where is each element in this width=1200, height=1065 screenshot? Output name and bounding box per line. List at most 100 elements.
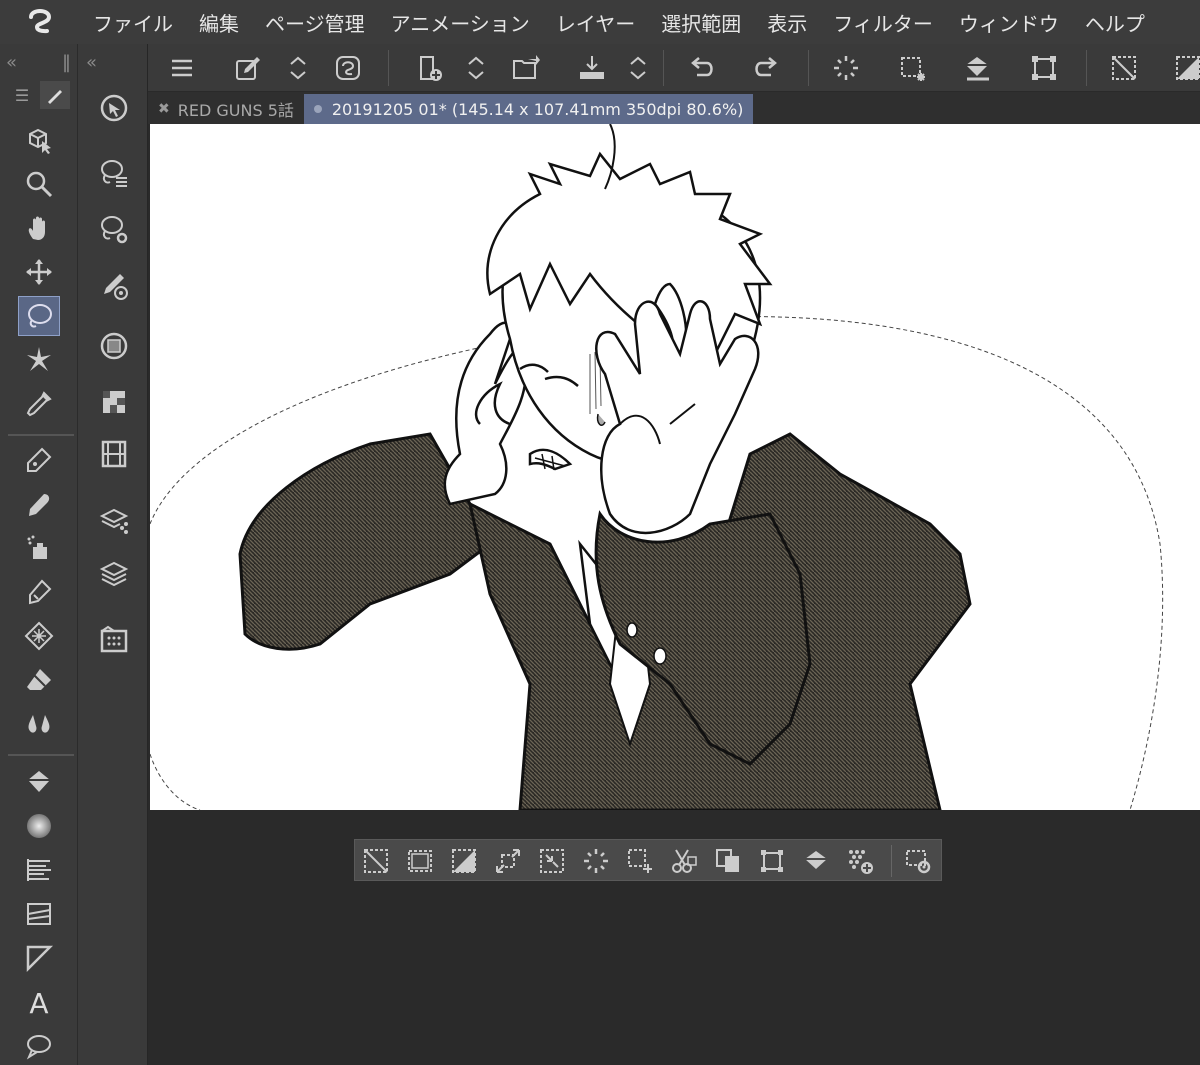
operation-tool-icon[interactable]	[18, 120, 60, 160]
transform-icon[interactable]	[1024, 50, 1064, 86]
lasso-selection-tool-icon[interactable]	[18, 296, 60, 336]
tool-palette: « ‖ ☰ A	[0, 44, 78, 1065]
manga-illustration	[150, 124, 1164, 810]
frame-border-tool-icon[interactable]	[18, 894, 60, 934]
menu-filter[interactable]: フィルター	[820, 8, 946, 37]
cut-icon[interactable]	[667, 845, 701, 877]
invert-selection-icon[interactable]	[447, 845, 481, 877]
fill-selection-icon[interactable]	[799, 845, 833, 877]
menu-page-management[interactable]: ページ管理	[252, 8, 378, 37]
tab-label: RED GUNS 5話	[177, 101, 294, 120]
brush-size-icon[interactable]	[94, 266, 134, 306]
sub-tool-palette: «	[78, 44, 148, 1065]
invert-selection-icon[interactable]	[1168, 50, 1200, 86]
clip-studio-window: ファイル 編集 ページ管理 アニメーション レイヤー 選択範囲 表示 フィルター…	[0, 0, 1200, 1065]
menu-view[interactable]: 表示	[754, 8, 820, 37]
close-tab-icon[interactable]: ✖	[158, 101, 170, 117]
tool-property-icon[interactable]	[94, 210, 134, 250]
panel-grip-icon[interactable]: ‖	[62, 52, 71, 73]
menu-file[interactable]: ファイル	[80, 8, 186, 37]
blend-tool-icon[interactable]	[18, 704, 60, 744]
sub-palette-header: «	[78, 44, 147, 80]
select-all-icon[interactable]	[403, 845, 437, 877]
tool-separator	[8, 434, 74, 436]
pen-tab-icon[interactable]	[40, 81, 70, 109]
tab-status-dot-icon	[313, 105, 322, 113]
canvas-workspace[interactable]	[148, 124, 1200, 1065]
layer-icon[interactable]	[94, 554, 134, 594]
menu-selection[interactable]: 選択範囲	[648, 8, 754, 37]
open-file-icon[interactable]	[506, 50, 546, 86]
tab-red-guns[interactable]: ✖ RED GUNS 5話	[148, 94, 304, 124]
zoom-tool-icon[interactable]	[18, 164, 60, 204]
undo-icon[interactable]	[682, 50, 722, 86]
command-bar	[148, 44, 1200, 92]
timeline-icon[interactable]	[94, 434, 134, 474]
command-separator	[808, 50, 809, 86]
menu-bar: ファイル 編集 ページ管理 アニメーション レイヤー 選択範囲 表示 フィルター…	[0, 0, 1200, 44]
menu-animation[interactable]: アニメーション	[378, 8, 543, 37]
command-separator	[663, 50, 664, 86]
transform-icon[interactable]	[755, 845, 789, 877]
spinner-updown-icon[interactable]	[618, 50, 658, 86]
palette-menu-icon[interactable]: ☰	[4, 82, 40, 108]
airbrush-tool-icon[interactable]	[18, 528, 60, 568]
pattern-tool-icon[interactable]	[18, 616, 60, 656]
menu-layer[interactable]: レイヤー	[543, 8, 648, 37]
collapse-left-icon[interactable]: «	[86, 52, 97, 73]
clear-selection-icon[interactable]	[826, 50, 866, 86]
layer-property-icon[interactable]	[94, 500, 134, 540]
deselect-icon[interactable]	[359, 845, 393, 877]
launcher-settings-icon[interactable]	[901, 845, 935, 877]
svg-text:A: A	[29, 987, 48, 1017]
deselect-icon[interactable]	[1104, 50, 1144, 86]
auto-select-tool-icon[interactable]	[18, 340, 60, 380]
drawing-canvas[interactable]	[150, 124, 1200, 810]
eraser-tool-icon[interactable]	[18, 660, 60, 700]
speed-lines-tool-icon[interactable]	[18, 850, 60, 890]
material-icon[interactable]	[94, 620, 134, 660]
move-tool-icon[interactable]	[18, 252, 60, 292]
spinner-updown-icon[interactable]	[456, 50, 496, 86]
navigator-icon[interactable]	[94, 88, 134, 128]
fill-command-icon[interactable]	[958, 50, 998, 86]
sub-tool-lasso-icon[interactable]	[94, 154, 134, 194]
eyedropper-tool-icon[interactable]	[18, 384, 60, 424]
collapse-left-icon[interactable]: «	[6, 52, 17, 73]
fill-tool-icon[interactable]	[18, 762, 60, 802]
shrink-selection-icon[interactable]	[535, 845, 569, 877]
redo-icon[interactable]	[746, 50, 786, 86]
new-file-icon[interactable]	[410, 50, 450, 86]
tab-current-document[interactable]: 20191205 01* (145.14 x 107.41mm 350dpi 8…	[303, 94, 754, 124]
pencil-tool-icon[interactable]	[18, 484, 60, 524]
decoration-tool-icon[interactable]	[18, 572, 60, 612]
hamburger-menu-icon[interactable]	[162, 50, 202, 86]
pen-tool-icon[interactable]	[18, 440, 60, 480]
text-tool-icon[interactable]: A	[18, 982, 60, 1022]
save-file-icon[interactable]	[572, 50, 612, 86]
document-tab-bar: ✖ RED GUNS 5話 20191205 01* (145.14 x 107…	[148, 92, 1200, 124]
menu-help[interactable]: ヘルプ	[1072, 8, 1158, 37]
menu-window[interactable]: ウィンドウ	[946, 8, 1072, 37]
launcher-separator	[891, 845, 892, 877]
expand-selection-icon[interactable]	[491, 845, 525, 877]
new-tone-icon[interactable]	[843, 845, 877, 877]
copy-paste-icon[interactable]	[711, 845, 745, 877]
color-set-icon[interactable]	[94, 382, 134, 422]
menu-edit[interactable]: 編集	[186, 8, 252, 37]
selection-launcher	[354, 839, 942, 881]
tool-palette-tabs: ☰	[0, 80, 77, 110]
clear-selection-icon[interactable]	[579, 845, 613, 877]
app-logo-icon[interactable]	[0, 0, 80, 44]
crop-selection-icon[interactable]	[623, 845, 657, 877]
spinner-updown-icon[interactable]	[278, 50, 318, 86]
hand-tool-icon[interactable]	[18, 208, 60, 248]
tool-palette-header: « ‖	[0, 44, 77, 80]
ruler-tool-icon[interactable]	[18, 938, 60, 978]
gradient-tool-icon[interactable]	[18, 806, 60, 846]
clip-studio-icon[interactable]	[328, 50, 368, 86]
crop-selection-icon[interactable]	[892, 50, 932, 86]
balloon-tool-icon[interactable]	[18, 1026, 60, 1065]
color-wheel-icon[interactable]	[94, 326, 134, 366]
edit-file-icon[interactable]	[228, 50, 268, 86]
